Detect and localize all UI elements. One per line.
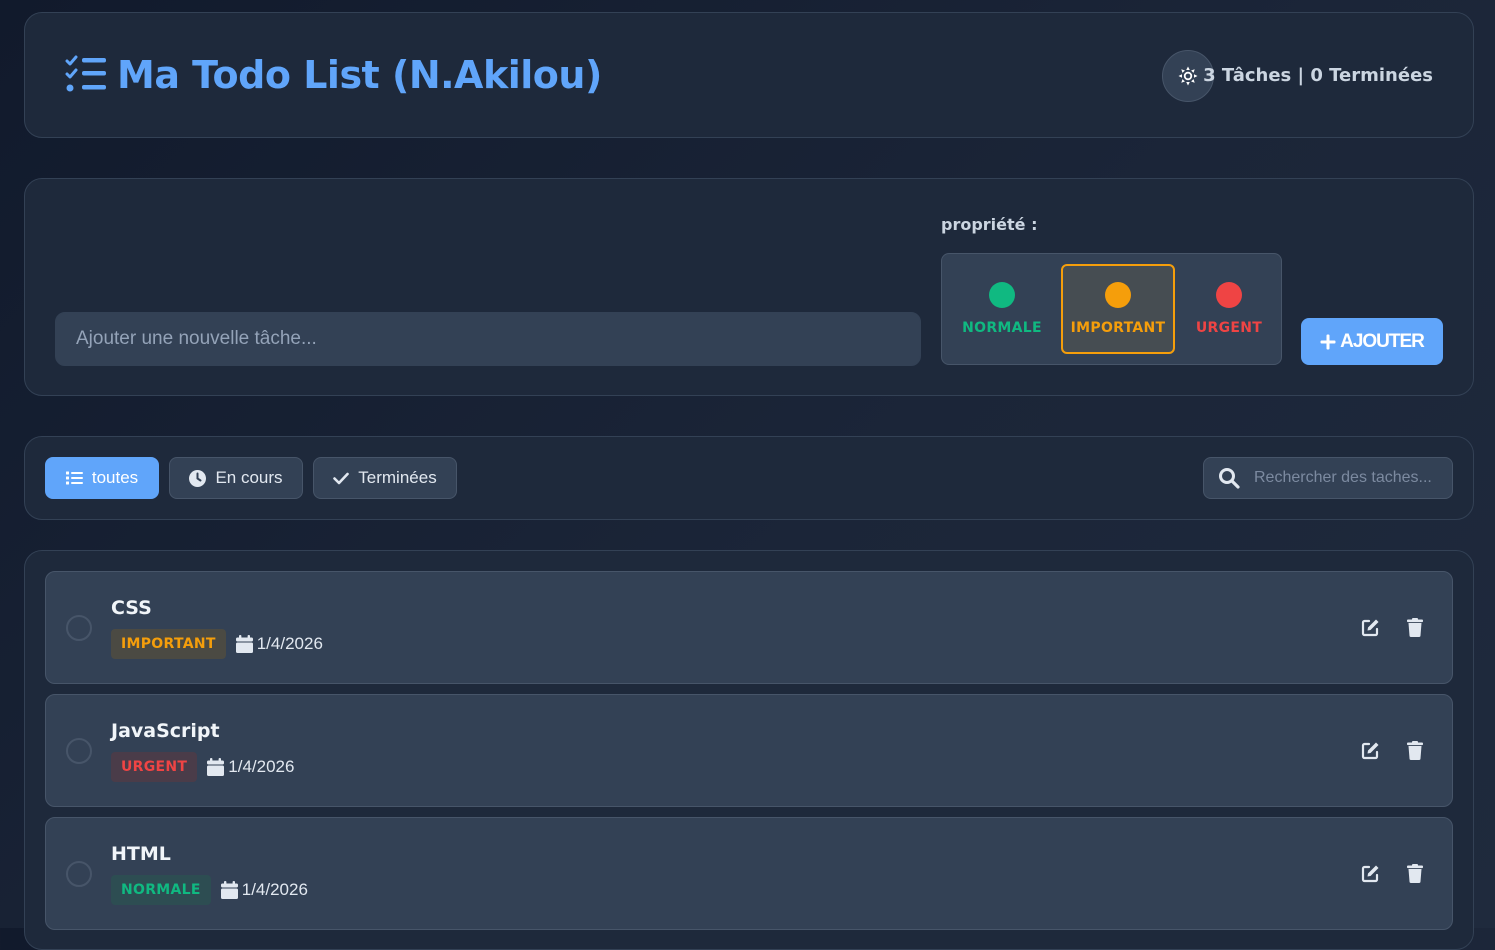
task-meta: IMPORTANT 1/4/2026 — [111, 629, 323, 659]
orange-dot-icon — [1105, 282, 1131, 308]
priority-label: propriété : — [941, 215, 1038, 234]
check-icon — [333, 472, 350, 484]
filter-in-progress-label: En cours — [215, 468, 283, 487]
task-title: HTML — [111, 843, 171, 865]
task-list-icon — [65, 55, 106, 92]
priority-option-normale[interactable]: NORMALE — [952, 264, 1052, 354]
green-dot-icon — [989, 282, 1015, 308]
clock-icon — [189, 469, 207, 487]
task-item: HTML NORMALE 1/4/2026 — [45, 817, 1453, 930]
edit-task-button[interactable] — [1358, 738, 1382, 762]
new-task-input[interactable] — [55, 312, 921, 366]
filter-all-button[interactable]: toutes — [45, 457, 159, 499]
plus-icon — [1320, 334, 1336, 349]
task-item: CSS IMPORTANT 1/4/2026 — [45, 571, 1453, 684]
task-meta: URGENT 1/4/2026 — [111, 752, 294, 782]
delete-task-button[interactable] — [1403, 861, 1427, 885]
task-complete-checkbox[interactable] — [66, 861, 92, 887]
page-title: Ma Todo List (N.Akilou) — [117, 53, 602, 97]
task-date: 1/4/2026 — [220, 880, 308, 900]
add-task-panel: propriété : NORMALE IMPORTANT URGENT AJO… — [24, 178, 1474, 396]
priority-badge: URGENT — [111, 752, 198, 782]
trash-icon — [1407, 740, 1423, 760]
task-stats: 3 Tâches | 0 Terminées — [1203, 65, 1433, 86]
priority-option-important[interactable]: IMPORTANT — [1061, 264, 1175, 354]
delete-task-button[interactable] — [1403, 738, 1427, 762]
sun-icon — [1178, 66, 1198, 86]
add-task-button[interactable]: AJOUTER — [1301, 318, 1443, 365]
filter-done-button[interactable]: Terminées — [313, 457, 457, 499]
edit-icon — [1361, 619, 1378, 636]
delete-task-button[interactable] — [1403, 615, 1427, 639]
calendar-icon — [235, 635, 253, 653]
task-complete-checkbox[interactable] — [66, 615, 92, 641]
red-dot-icon — [1216, 282, 1242, 308]
task-meta: NORMALE 1/4/2026 — [111, 875, 308, 905]
calendar-icon — [220, 881, 238, 899]
trash-icon — [1407, 617, 1423, 637]
edit-task-button[interactable] — [1358, 861, 1382, 885]
priority-option-label: IMPORTANT — [1070, 320, 1166, 336]
priority-badge: NORMALE — [111, 875, 211, 905]
search-input[interactable] — [1254, 469, 1449, 487]
task-date: 1/4/2026 — [235, 634, 323, 654]
task-title: JavaScript — [111, 720, 220, 742]
task-list: CSS IMPORTANT 1/4/2026 JavaScript URGENT… — [24, 550, 1474, 950]
priority-badge: IMPORTANT — [111, 629, 226, 659]
task-date-text: 1/4/2026 — [241, 880, 308, 899]
edit-icon — [1361, 742, 1378, 759]
list-icon — [65, 471, 83, 485]
task-title: CSS — [111, 597, 152, 619]
app-title-group: Ma Todo List (N.Akilou) — [65, 53, 602, 97]
edit-icon — [1361, 865, 1378, 882]
add-button-label: AJOUTER — [1340, 330, 1425, 352]
search-box — [1203, 457, 1453, 499]
priority-option-label: NORMALE — [962, 320, 1042, 336]
calendar-icon — [207, 758, 225, 776]
edit-task-button[interactable] — [1358, 615, 1382, 639]
trash-icon — [1407, 863, 1423, 883]
search-icon — [1219, 468, 1240, 489]
task-date-text: 1/4/2026 — [228, 757, 295, 776]
filter-in-progress-button[interactable]: En cours — [169, 457, 303, 499]
filter-bar: toutes En cours Terminées — [24, 436, 1474, 520]
priority-option-urgent[interactable]: URGENT — [1182, 264, 1276, 354]
task-date: 1/4/2026 — [207, 757, 294, 777]
priority-option-label: URGENT — [1195, 320, 1263, 336]
priority-selector: NORMALE IMPORTANT URGENT — [941, 253, 1282, 365]
task-date-text: 1/4/2026 — [256, 634, 323, 653]
filter-all-label: toutes — [91, 468, 139, 487]
task-complete-checkbox[interactable] — [66, 738, 92, 764]
app-header: Ma Todo List (N.Akilou) 3 Tâches | 0 Ter… — [24, 12, 1474, 138]
filter-done-label: Terminées — [358, 468, 437, 487]
task-item: JavaScript URGENT 1/4/2026 — [45, 694, 1453, 807]
